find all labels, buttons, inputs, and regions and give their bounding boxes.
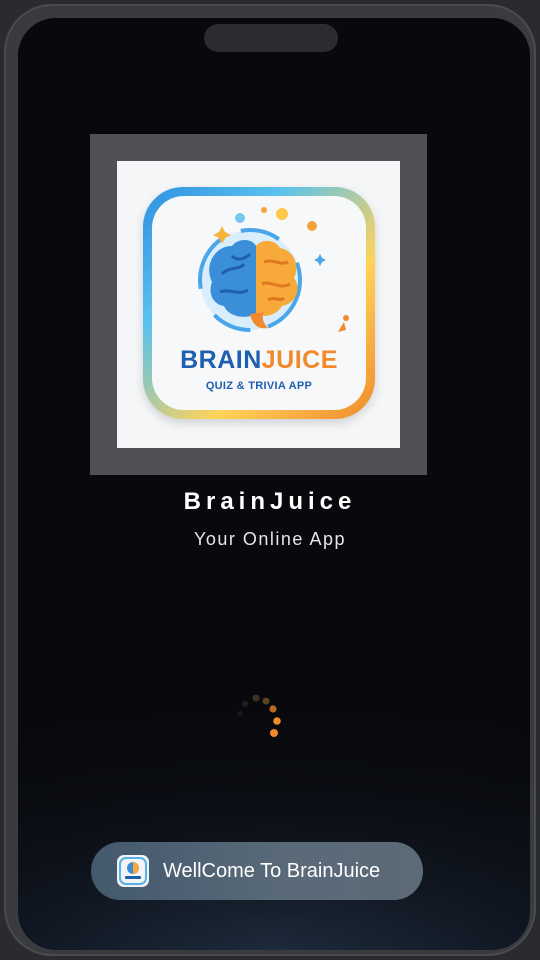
loading-spinner-icon — [237, 694, 281, 737]
toast-message: WellCome To BrainJuice — [163, 860, 381, 882]
logo-title: BRAINJUICE — [152, 346, 366, 375]
welcome-toast: WellCome To BrainJuice — [91, 842, 423, 900]
logo-frame: BRAINJUICE QUIZ & TRIVIA APP — [90, 134, 427, 475]
brain-logo-icon — [198, 207, 349, 332]
toast-brain-icon — [119, 857, 147, 885]
app-icon — [117, 855, 149, 887]
app-logo: BRAINJUICE QUIZ & TRIVIA APP — [143, 187, 375, 419]
camera-notch — [204, 24, 338, 52]
logo-title-juice: JUICE — [261, 346, 338, 374]
app-tagline: Your Online App — [194, 529, 346, 549]
logo-card: BRAINJUICE QUIZ & TRIVIA APP — [117, 161, 400, 448]
app-name: BrainJuice — [183, 488, 357, 515]
logo-title-brain: BRAIN — [180, 346, 262, 374]
app-logo-inner: BRAINJUICE QUIZ & TRIVIA APP — [152, 196, 366, 410]
logo-subtitle: QUIZ & TRIVIA APP — [205, 380, 313, 392]
